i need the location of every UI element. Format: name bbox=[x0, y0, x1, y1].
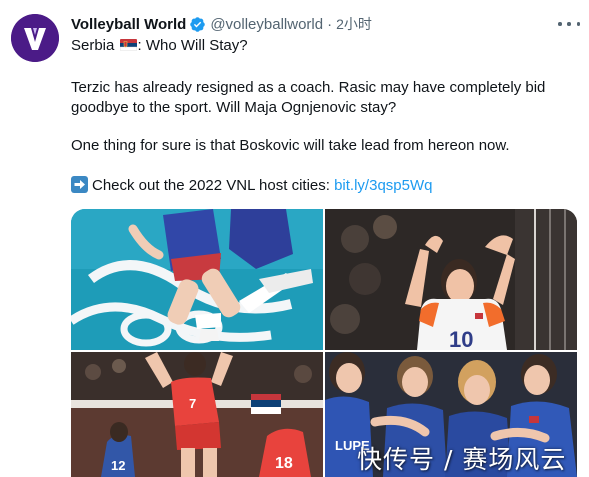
photo-player-10-celebrate[interactable]: 10 bbox=[325, 209, 577, 350]
timestamp[interactable]: 2小时 bbox=[336, 14, 372, 34]
separator-dot: · bbox=[327, 15, 333, 33]
tweet-paragraph-1-line-1: Terzic has already resigned as a coach. … bbox=[71, 79, 546, 96]
tweet-paragraph-2: One thing for sure is that Boskovic will… bbox=[71, 137, 510, 154]
avatar[interactable] bbox=[11, 14, 59, 62]
svg-text:12: 12 bbox=[111, 458, 125, 473]
tweet-cta-line: Check out the 2022 VNL host cities: bit.… bbox=[71, 176, 432, 196]
user-handle[interactable]: @volleyballworld bbox=[210, 16, 323, 33]
svg-text:10: 10 bbox=[449, 327, 473, 350]
volleyball-world-logo-icon bbox=[11, 14, 59, 62]
title-suffix: : Who Will Stay? bbox=[137, 37, 248, 54]
media-grid[interactable]: 18 bbox=[71, 209, 577, 477]
more-options-icon[interactable] bbox=[558, 14, 580, 34]
svg-text:18: 18 bbox=[275, 455, 293, 472]
photo-player-setting-ball[interactable]: 7 12 18 bbox=[71, 352, 323, 477]
cta-text: Check out the 2022 VNL host cities: bbox=[92, 177, 335, 194]
tweet-title-line: Serbia : Who Will Stay? bbox=[71, 36, 248, 56]
tweet-card[interactable]: Volleyball World @volleyballworld · 2小时 … bbox=[0, 0, 589, 477]
title-prefix: Serbia bbox=[71, 37, 115, 54]
display-name[interactable]: Volleyball World bbox=[71, 16, 186, 33]
tweet-header: Volleyball World @volleyballworld · 2小时 bbox=[71, 13, 372, 35]
cta-link[interactable]: bit.ly/3qsp5Wq bbox=[334, 177, 432, 194]
photo-player-18-spike[interactable]: 18 bbox=[71, 209, 323, 350]
watermark-text: 快传号 / 赛场风云 bbox=[357, 445, 567, 474]
serbia-flag-icon bbox=[119, 39, 137, 51]
right-arrow-icon bbox=[71, 176, 88, 193]
verified-badge-icon bbox=[189, 16, 206, 33]
tweet-paragraph-1-line-2: goodbye to the sport. Will Maja Ognjenov… bbox=[71, 99, 397, 116]
svg-text:7: 7 bbox=[189, 396, 196, 411]
